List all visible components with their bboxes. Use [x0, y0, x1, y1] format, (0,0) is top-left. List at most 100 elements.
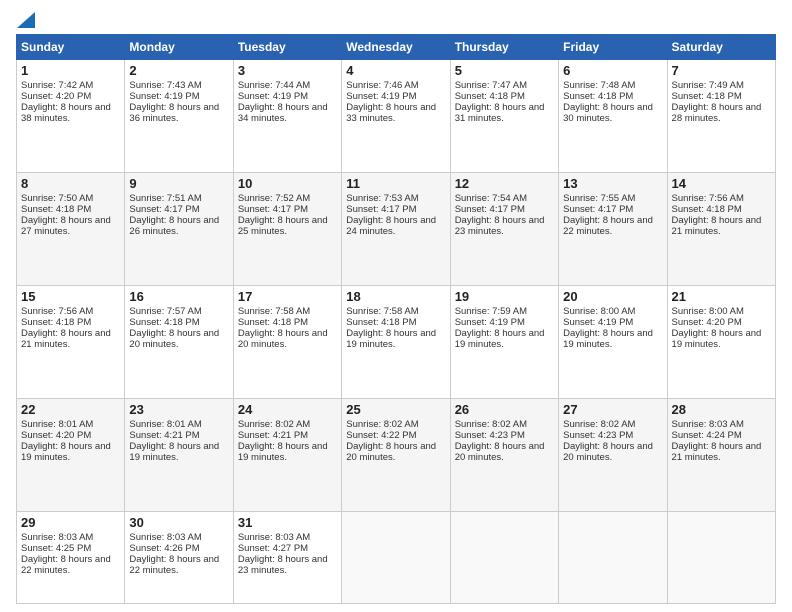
sunset: Sunset: 4:18 PM: [672, 91, 742, 102]
weekday-header: Sunday: [17, 35, 125, 60]
sunrise: Sunrise: 7:51 AM: [129, 193, 201, 204]
day-number: 28: [672, 402, 771, 417]
sunrise: Sunrise: 7:57 AM: [129, 306, 201, 317]
daylight: Daylight: 8 hours and 31 minutes.: [455, 102, 545, 124]
day-number: 23: [129, 402, 228, 417]
day-number: 26: [455, 402, 554, 417]
day-number: 30: [129, 515, 228, 530]
sunrise: Sunrise: 7:48 AM: [563, 80, 635, 91]
sunrise: Sunrise: 8:02 AM: [563, 419, 635, 430]
sunrise: Sunrise: 7:43 AM: [129, 80, 201, 91]
daylight: Daylight: 8 hours and 30 minutes.: [563, 102, 653, 124]
calendar-cell: 8Sunrise: 7:50 AMSunset: 4:18 PMDaylight…: [17, 172, 125, 285]
daylight: Daylight: 8 hours and 28 minutes.: [672, 102, 762, 124]
daylight: Daylight: 8 hours and 20 minutes.: [346, 441, 436, 463]
day-number: 15: [21, 289, 120, 304]
calendar-cell: 17 Sunrise: 7:58 AMSunset: 4:18 PMDayligh…: [233, 285, 341, 398]
calendar-cell: 2Sunrise: 7:43 AMSunset: 4:19 PMDaylight…: [125, 60, 233, 173]
calendar-cell: 18Sunrise: 7:58 AMSunset: 4:18 PMDayligh…: [342, 285, 450, 398]
daylight: Daylight: 8 hours and 21 minutes.: [672, 215, 762, 237]
calendar-cell: 15Sunrise: 7:56 AMSunset: 4:18 PMDayligh…: [17, 285, 125, 398]
sunrise: Sunrise: 8:00 AM: [672, 306, 744, 317]
calendar-cell: 3Sunrise: 7:44 AMSunset: 4:19 PMDaylight…: [233, 60, 341, 173]
weekday-header: Thursday: [450, 35, 558, 60]
sunset: Sunset: 4:17 PM: [563, 204, 633, 215]
day-number: 16: [129, 289, 228, 304]
sunset: Sunset: 4:20 PM: [21, 91, 91, 102]
sunset: Sunset: 4:18 PM: [563, 91, 633, 102]
weekday-header: Saturday: [667, 35, 775, 60]
day-number: 13: [563, 176, 662, 191]
daylight: Daylight: 8 hours and 22 minutes.: [21, 554, 111, 576]
calendar-cell: 16Sunrise: 7:57 AMSunset: 4:18 PMDayligh…: [125, 285, 233, 398]
day-number: 10: [238, 176, 337, 191]
sunrise: Sunrise: 7:58 AM: [238, 306, 310, 317]
calendar-cell: [342, 511, 450, 603]
sunrise: Sunrise: 8:03 AM: [129, 532, 201, 543]
sunrise: Sunrise: 8:00 AM: [563, 306, 635, 317]
calendar-cell: 5Sunrise: 7:47 AMSunset: 4:18 PMDaylight…: [450, 60, 558, 173]
daylight: Daylight: 8 hours and 38 minutes.: [21, 102, 111, 124]
sunset: Sunset: 4:18 PM: [672, 204, 742, 215]
daylight: Daylight: 8 hours and 19 minutes.: [129, 441, 219, 463]
daylight: Daylight: 8 hours and 25 minutes.: [238, 215, 328, 237]
weekday-header: Tuesday: [233, 35, 341, 60]
calendar-cell: 27Sunrise: 8:02 AMSunset: 4:23 PMDayligh…: [559, 398, 667, 511]
daylight: Daylight: 8 hours and 20 minutes.: [129, 328, 219, 350]
daylight: Daylight: 8 hours and 19 minutes.: [455, 328, 545, 350]
daylight: Daylight: 8 hours and 24 minutes.: [346, 215, 436, 237]
logo-icon: [17, 12, 35, 28]
daylight: Daylight: 8 hours and 20 minutes.: [238, 328, 328, 350]
sunset: Sunset: 4:19 PM: [129, 91, 199, 102]
sunset: Sunset: 4:27 PM: [238, 543, 308, 554]
calendar-cell: 25Sunrise: 8:02 AMSunset: 4:22 PMDayligh…: [342, 398, 450, 511]
weekday-header: Friday: [559, 35, 667, 60]
calendar-cell: 14 Sunrise: 7:56 AMSunset: 4:18 PMDayligh…: [667, 172, 775, 285]
calendar-cell: 28Sunrise: 8:03 AMSunset: 4:24 PMDayligh…: [667, 398, 775, 511]
sunset: Sunset: 4:25 PM: [21, 543, 91, 554]
sunset: Sunset: 4:22 PM: [346, 430, 416, 441]
sunset: Sunset: 4:26 PM: [129, 543, 199, 554]
sunrise: Sunrise: 7:58 AM: [346, 306, 418, 317]
daylight: Daylight: 8 hours and 19 minutes.: [21, 441, 111, 463]
weekday-header: Wednesday: [342, 35, 450, 60]
day-number: 20: [563, 289, 662, 304]
calendar-cell: 30Sunrise: 8:03 AMSunset: 4:26 PMDayligh…: [125, 511, 233, 603]
calendar: SundayMondayTuesdayWednesdayThursdayFrid…: [16, 34, 776, 604]
day-number: 21: [672, 289, 771, 304]
calendar-cell: 21Sunrise: 8:00 AMSunset: 4:20 PMDayligh…: [667, 285, 775, 398]
sunrise: Sunrise: 7:49 AM: [672, 80, 744, 91]
sunset: Sunset: 4:18 PM: [238, 317, 308, 328]
day-number: 29: [21, 515, 120, 530]
sunset: Sunset: 4:21 PM: [129, 430, 199, 441]
calendar-cell: 23Sunrise: 8:01 AMSunset: 4:21 PMDayligh…: [125, 398, 233, 511]
day-number: 11: [346, 176, 445, 191]
calendar-cell: [559, 511, 667, 603]
day-number: 14: [672, 176, 771, 191]
daylight: Daylight: 8 hours and 27 minutes.: [21, 215, 111, 237]
calendar-cell: 9Sunrise: 7:51 AMSunset: 4:17 PMDaylight…: [125, 172, 233, 285]
calendar-cell: 29 Sunrise: 8:03 AMSunset: 4:25 PMDayligh…: [17, 511, 125, 603]
calendar-cell: [450, 511, 558, 603]
sunrise: Sunrise: 8:01 AM: [21, 419, 93, 430]
calendar-cell: 13Sunrise: 7:55 AMSunset: 4:17 PMDayligh…: [559, 172, 667, 285]
day-number: 7: [672, 63, 771, 78]
calendar-cell: 6Sunrise: 7:48 AMSunset: 4:18 PMDaylight…: [559, 60, 667, 173]
calendar-cell: 10Sunrise: 7:52 AMSunset: 4:17 PMDayligh…: [233, 172, 341, 285]
daylight: Daylight: 8 hours and 34 minutes.: [238, 102, 328, 124]
sunset: Sunset: 4:17 PM: [238, 204, 308, 215]
daylight: Daylight: 8 hours and 19 minutes.: [563, 328, 653, 350]
daylight: Daylight: 8 hours and 21 minutes.: [21, 328, 111, 350]
calendar-cell: 11Sunrise: 7:53 AMSunset: 4:17 PMDayligh…: [342, 172, 450, 285]
sunrise: Sunrise: 7:56 AM: [672, 193, 744, 204]
sunrise: Sunrise: 7:47 AM: [455, 80, 527, 91]
day-number: 18: [346, 289, 445, 304]
day-number: 17: [238, 289, 337, 304]
daylight: Daylight: 8 hours and 20 minutes.: [563, 441, 653, 463]
sunrise: Sunrise: 8:03 AM: [21, 532, 93, 543]
sunset: Sunset: 4:17 PM: [129, 204, 199, 215]
daylight: Daylight: 8 hours and 23 minutes.: [238, 554, 328, 576]
weekday-header: Monday: [125, 35, 233, 60]
sunset: Sunset: 4:18 PM: [346, 317, 416, 328]
day-number: 2: [129, 63, 228, 78]
